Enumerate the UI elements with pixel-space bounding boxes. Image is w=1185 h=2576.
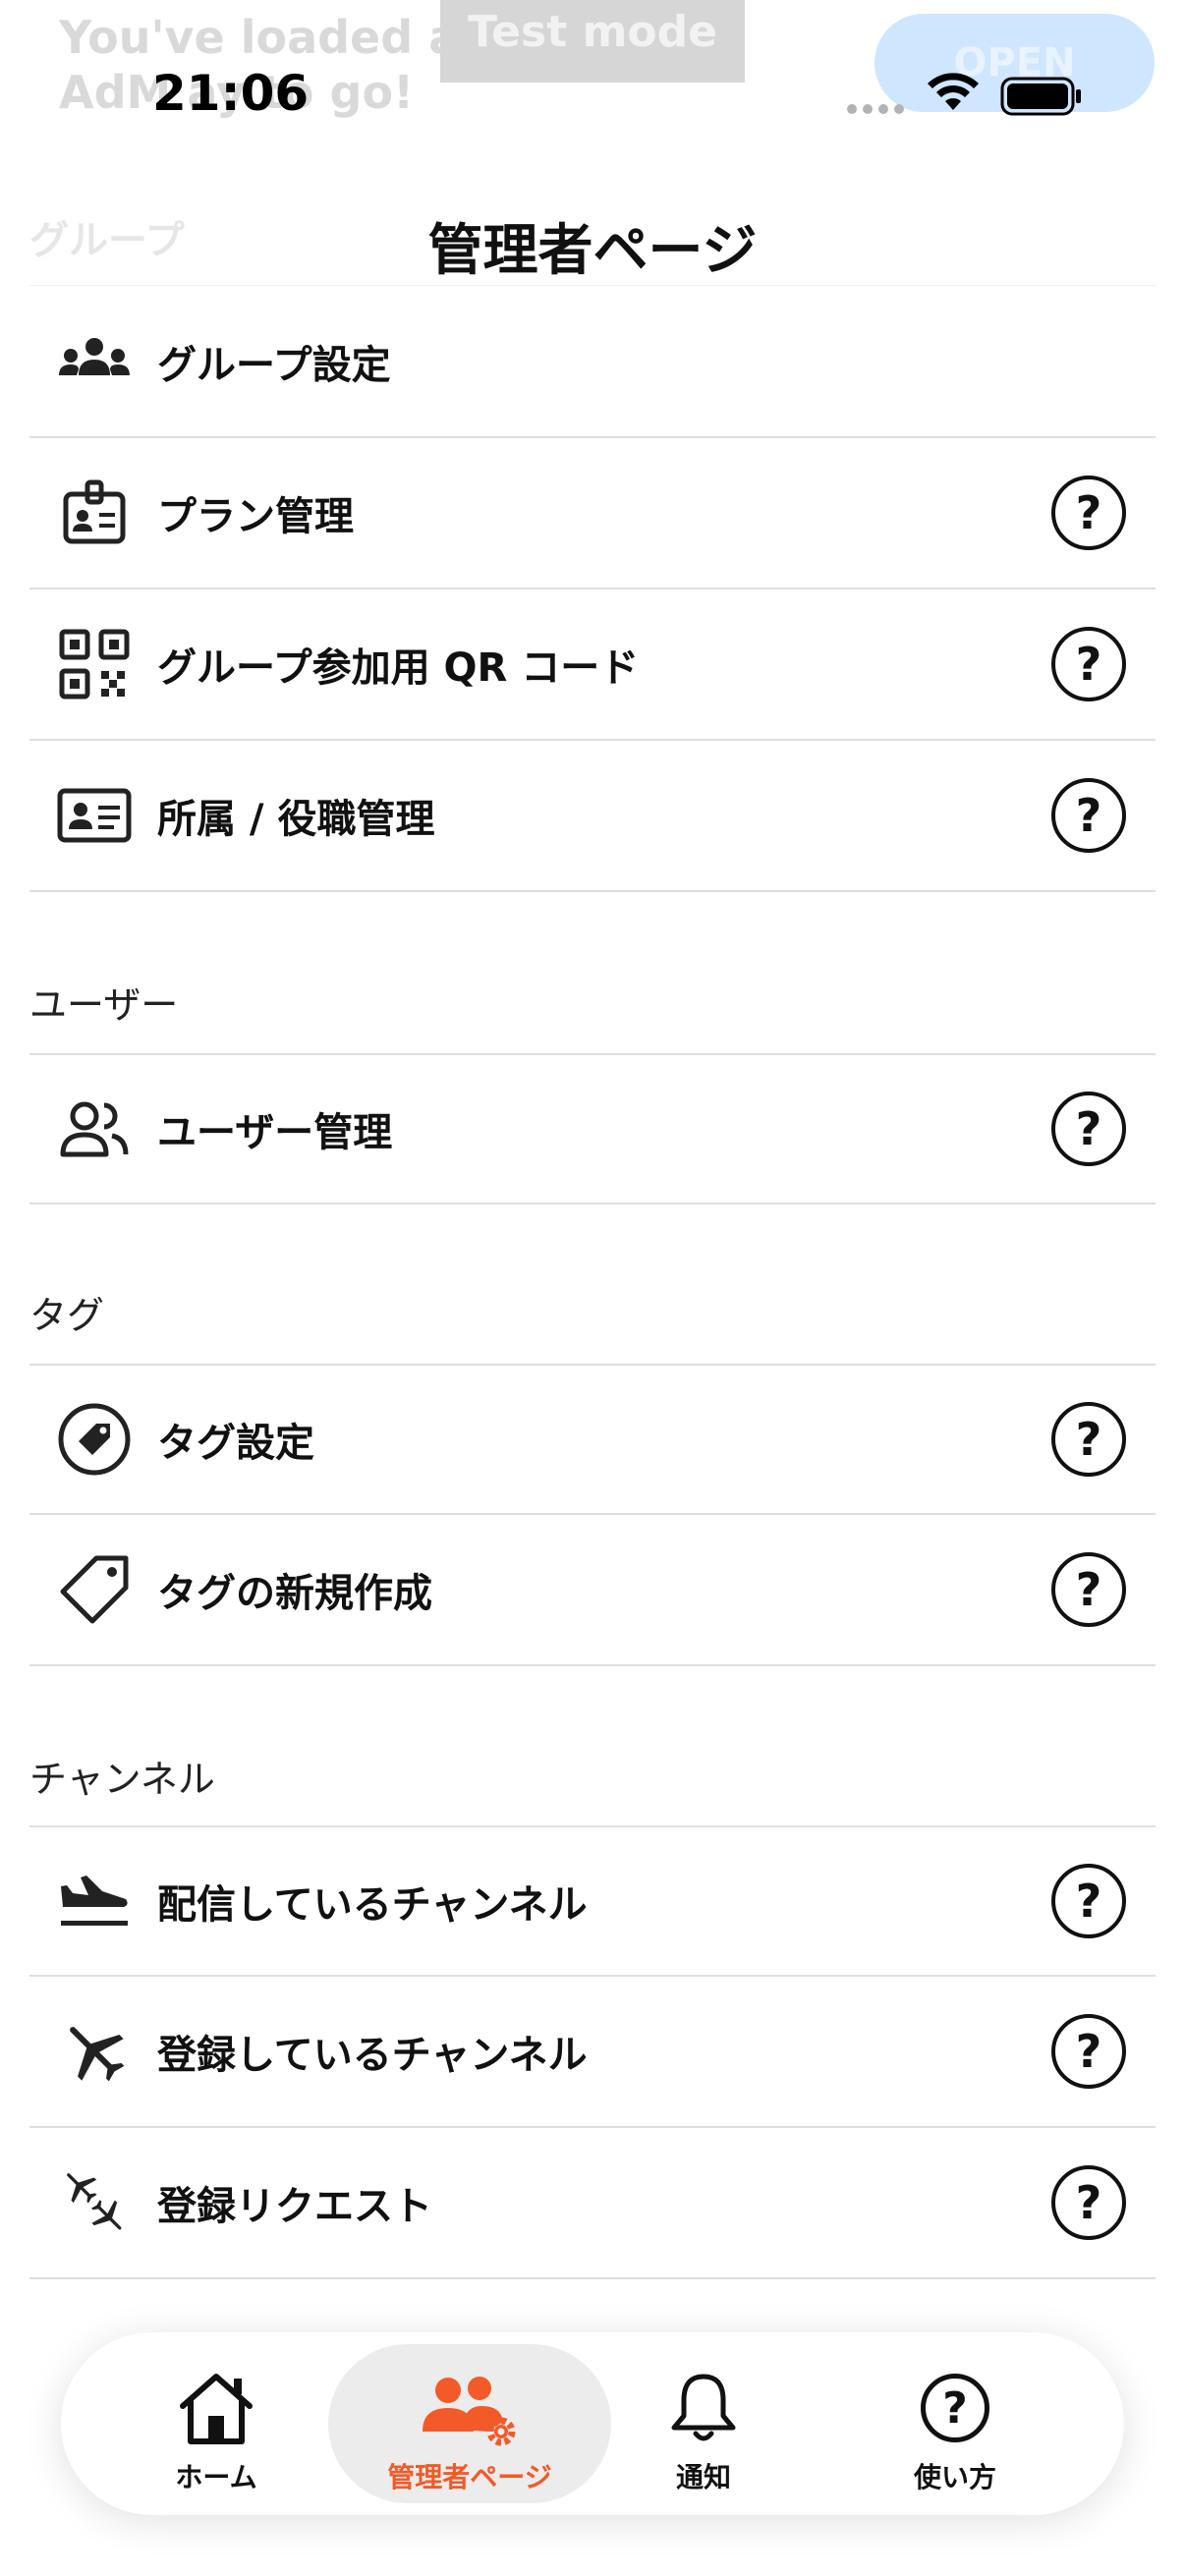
row-label: 登録しているチャンネル — [157, 2033, 588, 2078]
help-icon[interactable]: ? — [1051, 1552, 1126, 1627]
row-channel-requests[interactable]: 登録リクエスト ? — [29, 2128, 1156, 2279]
id-badge-icon — [57, 476, 132, 550]
row-label: タグ設定 — [157, 1421, 314, 1466]
row-label: グループ設定 — [157, 343, 391, 388]
row-label: タグの新規作成 — [157, 1571, 432, 1616]
battery-icon — [1000, 77, 1081, 116]
row-affiliation[interactable]: 所属 / 役職管理 ? — [29, 741, 1156, 892]
row-channel-subscribed[interactable]: 登録しているチャンネル ? — [29, 1977, 1156, 2128]
header-divider — [29, 285, 1156, 286]
group-icon — [57, 324, 132, 399]
question-circle-icon: ? — [837, 2366, 1073, 2450]
tab-label: 使い方 — [913, 2461, 996, 2493]
tab-label: 通知 — [675, 2461, 731, 2493]
help-icon[interactable]: ? — [1051, 778, 1126, 853]
bell-icon — [586, 2366, 821, 2450]
row-user-management[interactable]: ユーザー管理 ? — [29, 1053, 1156, 1204]
tag-outline-icon — [57, 1552, 132, 1627]
help-icon[interactable]: ? — [1051, 476, 1126, 550]
help-icon[interactable]: ? — [1051, 2014, 1126, 2089]
tab-label: 管理者ページ — [387, 2461, 552, 2493]
row-tag-new[interactable]: タグの新規作成 ? — [29, 1515, 1156, 1666]
section-tag: タグ — [29, 1294, 105, 1337]
cellular-dots-icon — [847, 104, 904, 114]
users-gear-icon — [328, 2370, 611, 2454]
airplane-icon — [57, 2014, 132, 2089]
users-icon — [57, 1092, 132, 1166]
help-icon[interactable]: ? — [1051, 1092, 1126, 1166]
row-label: ユーザー管理 — [157, 1110, 393, 1155]
section-user: ユーザー — [29, 983, 179, 1027]
tab-admin[interactable]: 管理者ページ — [328, 2344, 611, 2503]
id-card-icon — [57, 778, 132, 853]
help-icon[interactable]: ? — [1051, 627, 1126, 701]
row-label: 配信しているチャンネル — [157, 1882, 588, 1928]
tab-bar: ホーム 管理者ページ 通知 ? 使い方 — [61, 2332, 1124, 2515]
row-label: グループ参加用 QR コード — [157, 645, 640, 691]
row-group-qr[interactable]: グループ参加用 QR コード ? — [29, 589, 1156, 741]
row-label: プラン管理 — [157, 494, 354, 539]
help-icon[interactable]: ? — [1051, 1402, 1126, 1477]
wifi-icon — [928, 73, 979, 110]
row-channel-publishing[interactable]: 配信しているチャンネル ? — [29, 1825, 1156, 1977]
row-tag-settings[interactable]: タグ設定 ? — [29, 1364, 1156, 1515]
question-glyph: ? — [921, 2374, 989, 2442]
section-channel: チャンネル — [29, 1758, 215, 1801]
row-plan-management[interactable]: プラン管理 ? — [29, 438, 1156, 589]
help-icon[interactable]: ? — [1051, 2165, 1126, 2240]
help-icon[interactable]: ? — [1051, 1864, 1126, 1938]
page-title: 管理者ページ — [427, 219, 758, 283]
qr-code-icon — [57, 627, 132, 701]
home-icon — [98, 2366, 334, 2450]
row-label: 登録リクエスト — [157, 2184, 432, 2229]
connecting-flights-icon — [57, 2165, 132, 2240]
tab-home[interactable]: ホーム — [98, 2332, 334, 2515]
tag-circle-icon — [57, 1402, 132, 1477]
ad-text-line1: You've loaded a — [59, 11, 460, 64]
row-label: 所属 / 役職管理 — [157, 797, 435, 842]
plane-departure-icon — [57, 1864, 132, 1938]
row-group-settings[interactable]: グループ設定 — [29, 287, 1156, 438]
status-time: 21:06 — [152, 65, 310, 122]
tab-label: ホーム — [175, 2461, 257, 2493]
ad-test-mode-label: Test mode — [440, 0, 745, 83]
tab-notify[interactable]: 通知 — [586, 2332, 821, 2515]
tab-howto[interactable]: ? 使い方 — [837, 2332, 1073, 2515]
